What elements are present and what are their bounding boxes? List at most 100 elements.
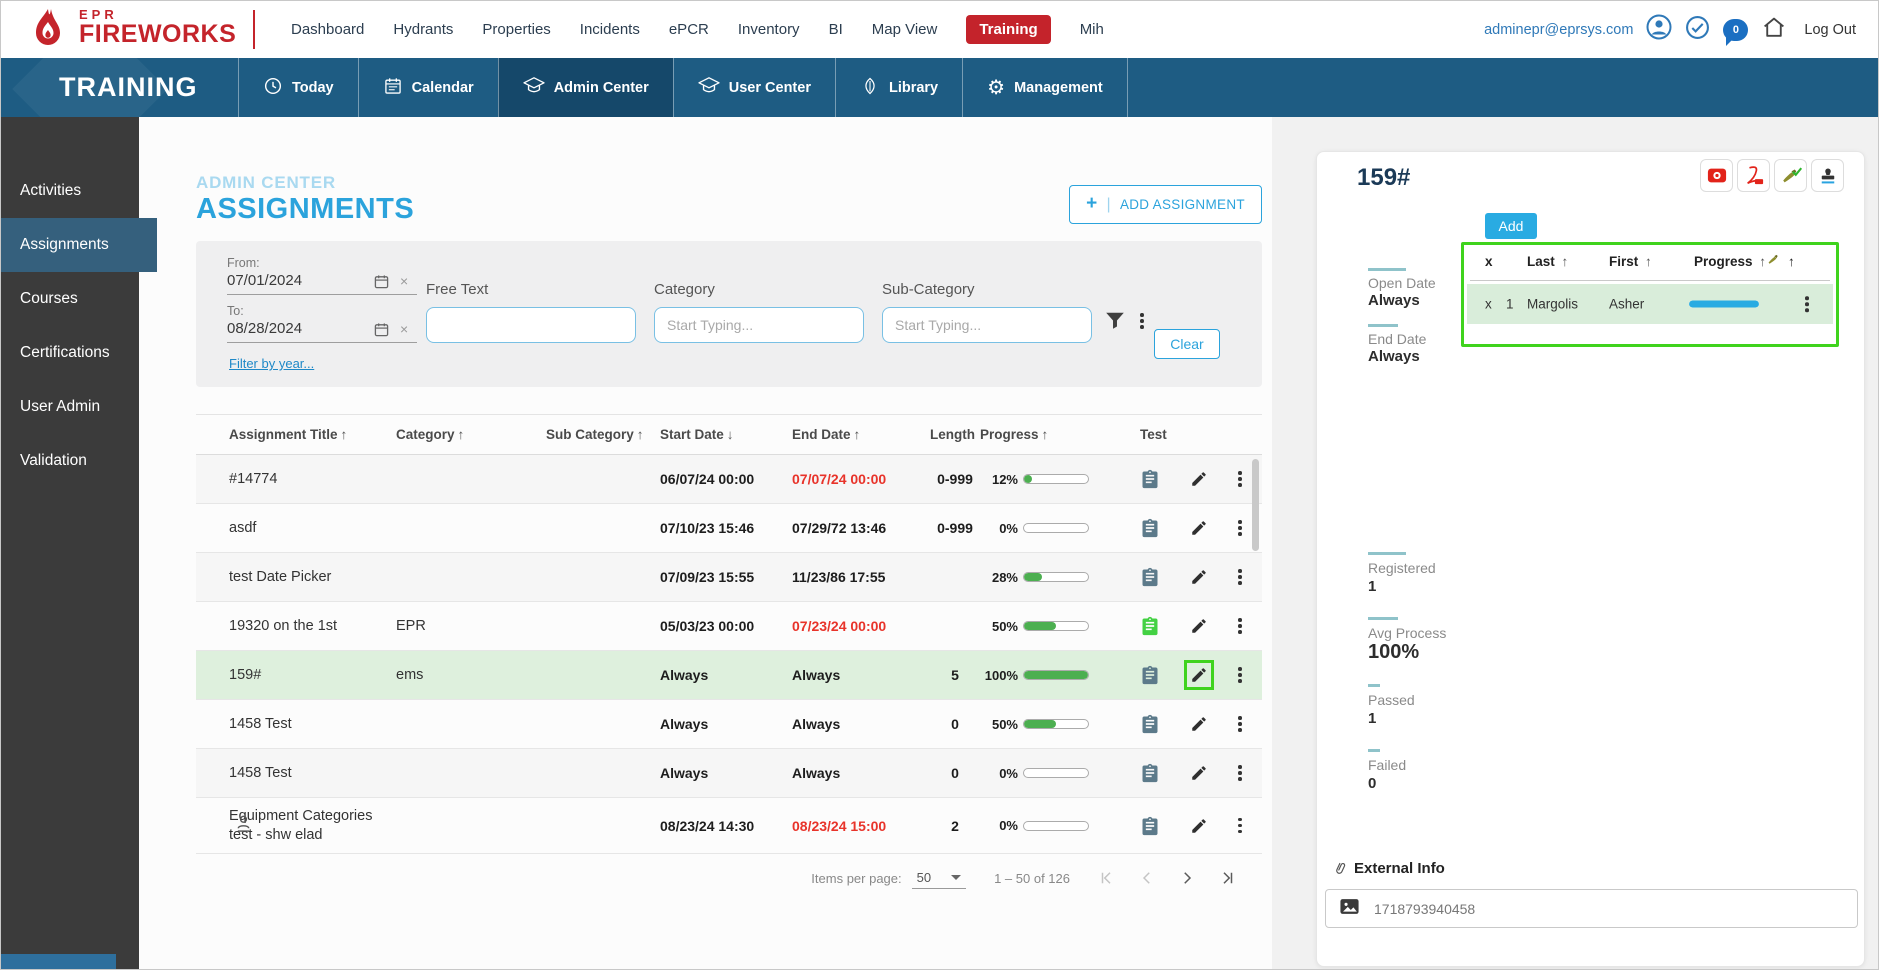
test-clipboard-icon[interactable] (1140, 567, 1160, 587)
tab-library[interactable]: Library (834, 58, 962, 117)
participant-col-last[interactable]: Last ↑ (1527, 254, 1568, 269)
table-row[interactable]: 19320 on the 1st EPR 05/03/23 00:00 07/2… (196, 602, 1262, 651)
table-row[interactable]: 1458 Test Always Always 0 50% (196, 700, 1262, 749)
test-clipboard-icon[interactable] (1140, 816, 1160, 836)
pdf-icon[interactable] (1737, 159, 1770, 192)
test-clipboard-icon[interactable] (1140, 714, 1160, 734)
check-circle-icon[interactable] (1685, 15, 1710, 45)
clear-to-date-icon[interactable]: × (400, 321, 408, 337)
nav-item-training[interactable]: Training (966, 15, 1051, 44)
column-header-subcategory[interactable]: Sub Category ↑ (546, 427, 660, 442)
sidebar-item-courses[interactable]: Courses (1, 272, 139, 326)
row-menu-icon[interactable] (1238, 765, 1242, 781)
sidebar-item-assignments[interactable]: Assignments (1, 218, 157, 272)
clear-from-date-icon[interactable]: × (400, 273, 408, 289)
tab-today[interactable]: Today (238, 58, 358, 117)
table-row[interactable]: 1458 Test Always Always 0 0% (196, 749, 1262, 798)
video-icon[interactable] (1700, 159, 1733, 192)
test-clipboard-icon[interactable] (1140, 665, 1160, 685)
nav-item-properties[interactable]: Properties (482, 21, 550, 38)
avatar-icon[interactable] (1646, 14, 1672, 45)
table-scrollbar[interactable] (1252, 459, 1259, 551)
participant-menu-icon[interactable] (1805, 296, 1809, 312)
table-row[interactable]: asdf 07/10/23 15:46 07/29/72 13:46 0-999… (196, 504, 1262, 553)
sidebar-item-user-admin[interactable]: User Admin (1, 380, 139, 434)
table-row[interactable]: 159# ems Always Always 5 100% (196, 651, 1262, 700)
free-text-input[interactable] (426, 307, 636, 343)
sort-arrow[interactable]: ↑ (1788, 254, 1795, 269)
last-page-icon[interactable] (1218, 869, 1236, 887)
tab-admin-center[interactable]: Admin Center (497, 58, 673, 117)
participant-col-progress[interactable]: Progress ↑ (1694, 254, 1766, 269)
edit-pencil-button[interactable] (1184, 709, 1214, 739)
filter-by-year-link[interactable]: Filter by year... (229, 356, 314, 371)
category-input[interactable] (654, 307, 864, 343)
column-header-progress[interactable]: Progress ↑ (980, 427, 1140, 442)
column-header-length[interactable]: Length (930, 427, 980, 442)
row-menu-icon[interactable] (1238, 618, 1242, 634)
column-header-title[interactable]: Assignment Title ↑ (229, 427, 396, 442)
nav-item-map-view[interactable]: Map View (872, 21, 938, 38)
edit-pencil-button[interactable] (1184, 811, 1214, 841)
nav-item-mih[interactable]: Mih (1080, 21, 1104, 38)
row-menu-icon[interactable] (1238, 520, 1242, 536)
filter-funnel-icon[interactable] (1104, 311, 1126, 336)
home-icon[interactable] (1761, 15, 1787, 45)
participant-col-remove[interactable]: x (1485, 254, 1493, 269)
signature-pen-icon[interactable] (1766, 252, 1782, 269)
table-row[interactable]: test Date Picker 07/09/23 15:55 11/23/86… (196, 553, 1262, 602)
participant-row[interactable]: x 1 Margolis Asher (1467, 284, 1833, 324)
edit-pencil-button[interactable] (1184, 611, 1214, 641)
external-info-item[interactable]: 1718793940458 (1325, 889, 1858, 928)
edit-pencil-button[interactable] (1184, 660, 1214, 690)
test-clipboard-icon[interactable] (1140, 616, 1160, 636)
edit-pencil-button[interactable] (1184, 562, 1214, 592)
add-participant-button[interactable]: Add (1485, 213, 1537, 239)
chat-badge-icon[interactable]: 0 (1723, 18, 1749, 46)
nav-item-inventory[interactable]: Inventory (738, 21, 800, 38)
nav-item-bi[interactable]: BI (829, 21, 843, 38)
user-email[interactable]: adminepr@eprsys.com (1484, 22, 1633, 38)
add-assignment-button[interactable]: + | ADD ASSIGNMENT (1069, 185, 1262, 224)
sidebar-item-certifications[interactable]: Certifications (1, 326, 139, 380)
nav-item-incidents[interactable]: Incidents (580, 21, 640, 38)
participant-col-first[interactable]: First ↑ (1609, 254, 1652, 269)
edit-pencil-button[interactable] (1184, 464, 1214, 494)
test-clipboard-icon[interactable] (1140, 469, 1160, 489)
to-date-value[interactable]: 08/28/2024 (227, 320, 302, 337)
test-clipboard-icon[interactable] (1140, 763, 1160, 783)
filter-menu-icon[interactable] (1140, 313, 1144, 329)
row-menu-icon[interactable] (1238, 471, 1242, 487)
test-clipboard-icon[interactable] (1140, 518, 1160, 538)
calendar-picker-icon[interactable] (374, 322, 389, 342)
tab-calendar[interactable]: Calendar (357, 58, 498, 117)
edit-pencil-button[interactable] (1184, 513, 1214, 543)
edit-pencil-button[interactable] (1184, 758, 1214, 788)
first-page-icon[interactable] (1098, 869, 1116, 887)
calendar-picker-icon[interactable] (374, 274, 389, 294)
sidebar-item-validation[interactable]: Validation (1, 434, 139, 488)
nav-item-dashboard[interactable]: Dashboard (291, 21, 364, 38)
next-page-icon[interactable] (1178, 869, 1196, 887)
row-menu-icon[interactable] (1238, 667, 1242, 683)
row-menu-icon[interactable] (1238, 716, 1242, 732)
row-menu-icon[interactable] (1238, 817, 1242, 834)
column-header-category[interactable]: Category ↑ (396, 427, 546, 442)
sidebar-item-activities[interactable]: Activities (1, 164, 139, 218)
column-header-end-date[interactable]: End Date ↑ (792, 427, 930, 442)
table-row[interactable]: Equipment Categories test - shw elad 08/2… (196, 798, 1262, 854)
logout-button[interactable]: Log Out (1804, 22, 1856, 38)
nav-item-hydrants[interactable]: Hydrants (393, 21, 453, 38)
nav-item-epcr[interactable]: ePCR (669, 21, 709, 38)
table-row[interactable]: #14774 06/07/24 00:00 07/07/24 00:00 0-9… (196, 455, 1262, 504)
stamp-icon[interactable] (1811, 159, 1844, 192)
tab-user-center[interactable]: User Center (672, 58, 835, 117)
remove-participant-button[interactable]: x (1485, 297, 1492, 312)
clear-filters-button[interactable]: Clear (1154, 329, 1220, 359)
previous-page-icon[interactable] (1138, 869, 1156, 887)
row-menu-icon[interactable] (1238, 569, 1242, 585)
tab-management[interactable]: ⚙ Management (962, 58, 1128, 117)
subcategory-input[interactable] (882, 307, 1092, 343)
items-per-page-select[interactable]: 50 (911, 867, 967, 889)
from-date-value[interactable]: 07/01/2024 (227, 272, 302, 289)
